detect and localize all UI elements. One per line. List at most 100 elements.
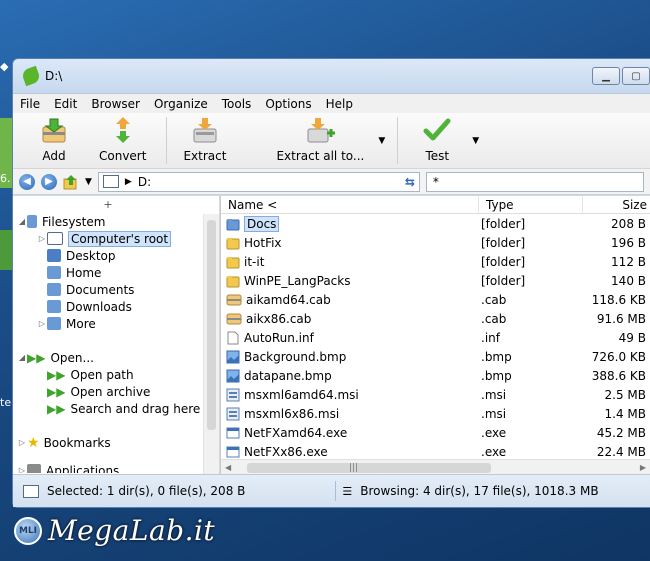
file-row[interactable]: msxml6x86.msi .msi 1.4 MB	[221, 404, 650, 423]
list-body: Docs [folder] 208 B HotFix [folder] 196 B it-i…	[221, 214, 650, 461]
toolbar: Add Convert Extract Extract all to... ▼ …	[13, 113, 650, 169]
file-row[interactable]: msxml6amd64.msi .msi 2.5 MB	[221, 385, 650, 404]
folder-icon	[226, 274, 240, 288]
status-browsing: ☰ Browsing: 4 dir(s), 17 file(s), 1018.3…	[342, 484, 598, 498]
chevron-down-icon: ▼	[472, 135, 480, 146]
scroll-right-icon[interactable]: ▶	[640, 463, 646, 472]
menu-file[interactable]: File	[13, 97, 47, 111]
computer-icon	[23, 484, 39, 498]
file-row[interactable]: NetFXamd64.exe .exe 45.2 MB	[221, 423, 650, 442]
tree-label: More	[66, 316, 96, 331]
file-row[interactable]: aikamd64.cab .cab 118.6 KB	[221, 290, 650, 309]
menu-organize[interactable]: Organize	[147, 97, 215, 111]
filter-input[interactable]: *	[425, 171, 644, 192]
test-label: Test	[425, 149, 450, 163]
computer-icon	[47, 232, 63, 245]
tree-label: Open path	[70, 367, 134, 382]
file-size: 118.6 KB	[591, 292, 646, 307]
tree-item-open-path[interactable]: ▶▶ Open path	[47, 366, 134, 383]
logo-badge: MLI	[14, 516, 42, 545]
status-browsing-text: Browsing: 4 dir(s), 17 file(s), 1018.3 M…	[360, 484, 599, 498]
file-size: 91.6 MB	[596, 311, 646, 326]
minimize-button[interactable]: ▁	[592, 67, 620, 85]
menu-browser[interactable]: Browser	[84, 97, 147, 111]
extract-label: Extract	[183, 149, 227, 163]
search-drag-icon: ▶▶	[47, 401, 66, 416]
test-button[interactable]: Test	[404, 113, 466, 168]
column-type[interactable]: Type	[479, 196, 583, 214]
file-row[interactable]: aikx86.cab .cab 91.6 MB	[221, 309, 650, 328]
msi-icon	[226, 407, 240, 421]
forward-button[interactable]: ▶	[41, 173, 57, 190]
tree-item-bookmarks[interactable]: ▷ ★ Bookmarks	[17, 434, 111, 451]
test-dropdown[interactable]: ▼	[466, 113, 485, 168]
maximize-button[interactable]: ▢	[622, 67, 650, 85]
column-name[interactable]: Name <	[221, 196, 479, 214]
extract-all-icon	[307, 118, 336, 143]
tree-item-downloads[interactable]: Downloads	[47, 298, 132, 315]
tree-item-open-archive[interactable]: ▶▶ Open archive	[47, 383, 150, 400]
window-title: D:\	[45, 69, 63, 83]
tree-label: Bookmarks	[43, 435, 111, 450]
file-size: 1.4 MB	[604, 406, 646, 421]
open-path-icon: ▶▶	[47, 367, 66, 382]
tree-item-desktop[interactable]: Desktop	[47, 247, 116, 264]
path-field[interactable]: ▶ D: ⇆	[97, 171, 420, 192]
extract-dropdown[interactable]: ▼	[372, 113, 391, 168]
file-row[interactable]: datapane.bmp .bmp 388.6 KB	[221, 366, 650, 385]
file-name-cell: Docs	[221, 215, 474, 232]
tree-label: Filesystem	[42, 214, 106, 229]
tree-up-button[interactable]: +	[13, 198, 203, 211]
file-size: 2.5 MB	[604, 387, 646, 402]
up-folder-button[interactable]	[63, 174, 79, 190]
refresh-icon[interactable]: ⇆	[405, 175, 415, 189]
tree-item-filesystem[interactable]: ◢ Filesystem	[17, 213, 106, 230]
folder-icon	[226, 255, 240, 269]
file-name: datapane.bmp	[244, 368, 332, 383]
tree-item-computer-root[interactable]: ▷ Computer's root	[37, 230, 172, 247]
extract-all-button[interactable]: Extract all to...	[236, 113, 372, 168]
scroll-left-icon[interactable]: ◀	[225, 463, 231, 472]
tree-scrollbar[interactable]	[203, 214, 219, 475]
file-row[interactable]: HotFix [folder] 196 B	[221, 233, 650, 252]
add-button[interactable]: Add	[13, 113, 79, 168]
file-row[interactable]: it-it [folder] 112 B	[221, 252, 650, 271]
column-size[interactable]: Size	[583, 196, 649, 214]
msi-icon	[226, 388, 240, 402]
tree-scroll-thumb[interactable]	[207, 220, 216, 430]
tree-label: Desktop	[66, 248, 116, 263]
tree-item-open[interactable]: ◢ ▶▶ Open...	[17, 349, 94, 366]
folder-icon	[226, 236, 240, 250]
extract-icon	[193, 118, 217, 143]
file-row[interactable]: WinPE_LangPacks [folder] 140 B	[221, 271, 650, 290]
menu-bar: File Edit Browser Organize Tools Options…	[13, 93, 650, 113]
tree-item-home[interactable]: Home	[47, 264, 101, 281]
list-horizontal-scrollbar[interactable]: ◀ ||| ▶	[221, 459, 650, 475]
file-row[interactable]: Background.bmp .bmp 726.0 KB	[221, 347, 650, 366]
add-archive-icon	[42, 118, 66, 143]
peazip-window: D:\ ▁ ▢ File Edit Browser Organize Tools…	[12, 58, 650, 508]
file-size: 388.6 KB	[591, 368, 646, 383]
tree-item-more[interactable]: ▷ More	[37, 315, 96, 332]
title-bar[interactable]: D:\ ▁ ▢	[13, 59, 650, 93]
desktop-text-fragment: 6.	[0, 172, 11, 185]
file-name-cell: datapane.bmp	[221, 369, 474, 383]
folder-icon	[47, 283, 61, 296]
file-row[interactable]: Docs [folder] 208 B	[221, 214, 650, 233]
tree-item-search-drag[interactable]: ▶▶ Search and drag here	[47, 400, 200, 417]
back-button[interactable]: ◀	[19, 173, 35, 190]
toolbar-separator	[166, 117, 168, 164]
convert-button[interactable]: Convert	[79, 113, 160, 168]
add-label: Add	[42, 149, 66, 163]
menu-edit[interactable]: Edit	[47, 97, 84, 111]
file-row[interactable]: AutoRun.inf .inf 49 B	[221, 328, 650, 347]
extract-button[interactable]: Extract	[173, 113, 236, 168]
menu-options[interactable]: Options	[258, 97, 318, 111]
file-type: [folder]	[481, 254, 526, 269]
tree-item-documents[interactable]: Documents	[47, 281, 134, 298]
list-icon: ☰	[342, 484, 353, 498]
menu-tools[interactable]: Tools	[215, 97, 259, 111]
list-scroll-thumb[interactable]	[247, 463, 491, 473]
menu-help[interactable]: Help	[319, 97, 360, 111]
history-dropdown[interactable]: ▼	[85, 177, 92, 187]
